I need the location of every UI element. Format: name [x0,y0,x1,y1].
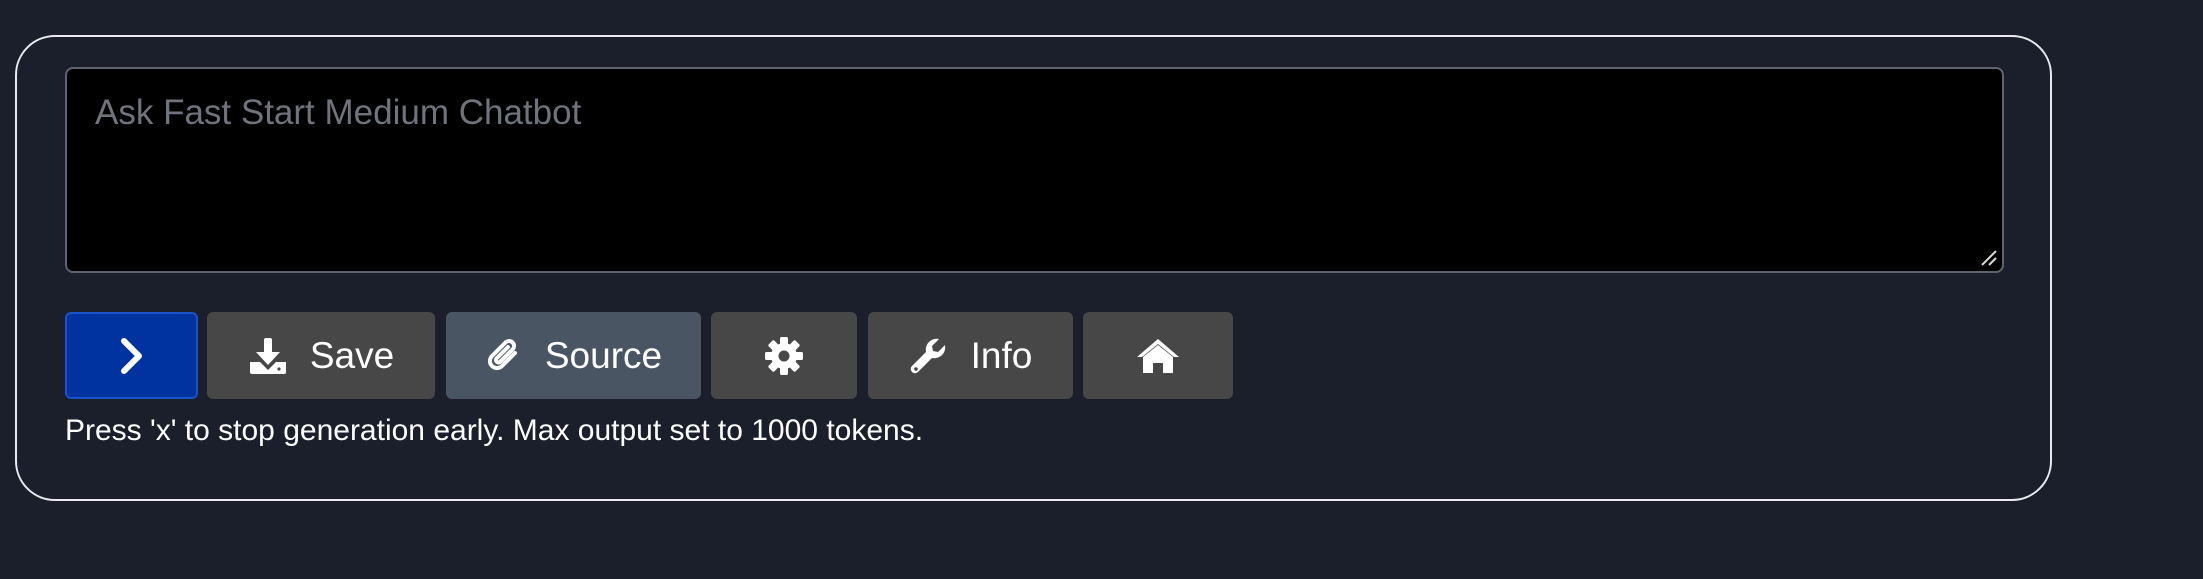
info-button[interactable]: Info [868,312,1073,399]
info-label: Info [970,334,1033,376]
resize-grip-icon[interactable] [1978,247,1998,267]
chevron-right-icon [119,337,145,375]
paperclip-icon [485,335,523,377]
wrench-icon [909,336,949,376]
source-label: Source [544,334,663,376]
gear-icon [764,336,804,376]
source-button[interactable]: Source [446,312,701,399]
save-label: Save [309,334,395,376]
home-icon [1136,337,1180,375]
send-button[interactable] [65,312,198,399]
home-button[interactable] [1083,312,1233,399]
prompt-container [65,67,2004,273]
settings-button[interactable] [711,312,857,399]
download-icon [248,336,288,376]
prompt-input[interactable] [65,67,2004,273]
save-button[interactable]: Save [207,312,435,399]
status-message: Press 'x' to stop generation early. Max … [65,414,924,447]
